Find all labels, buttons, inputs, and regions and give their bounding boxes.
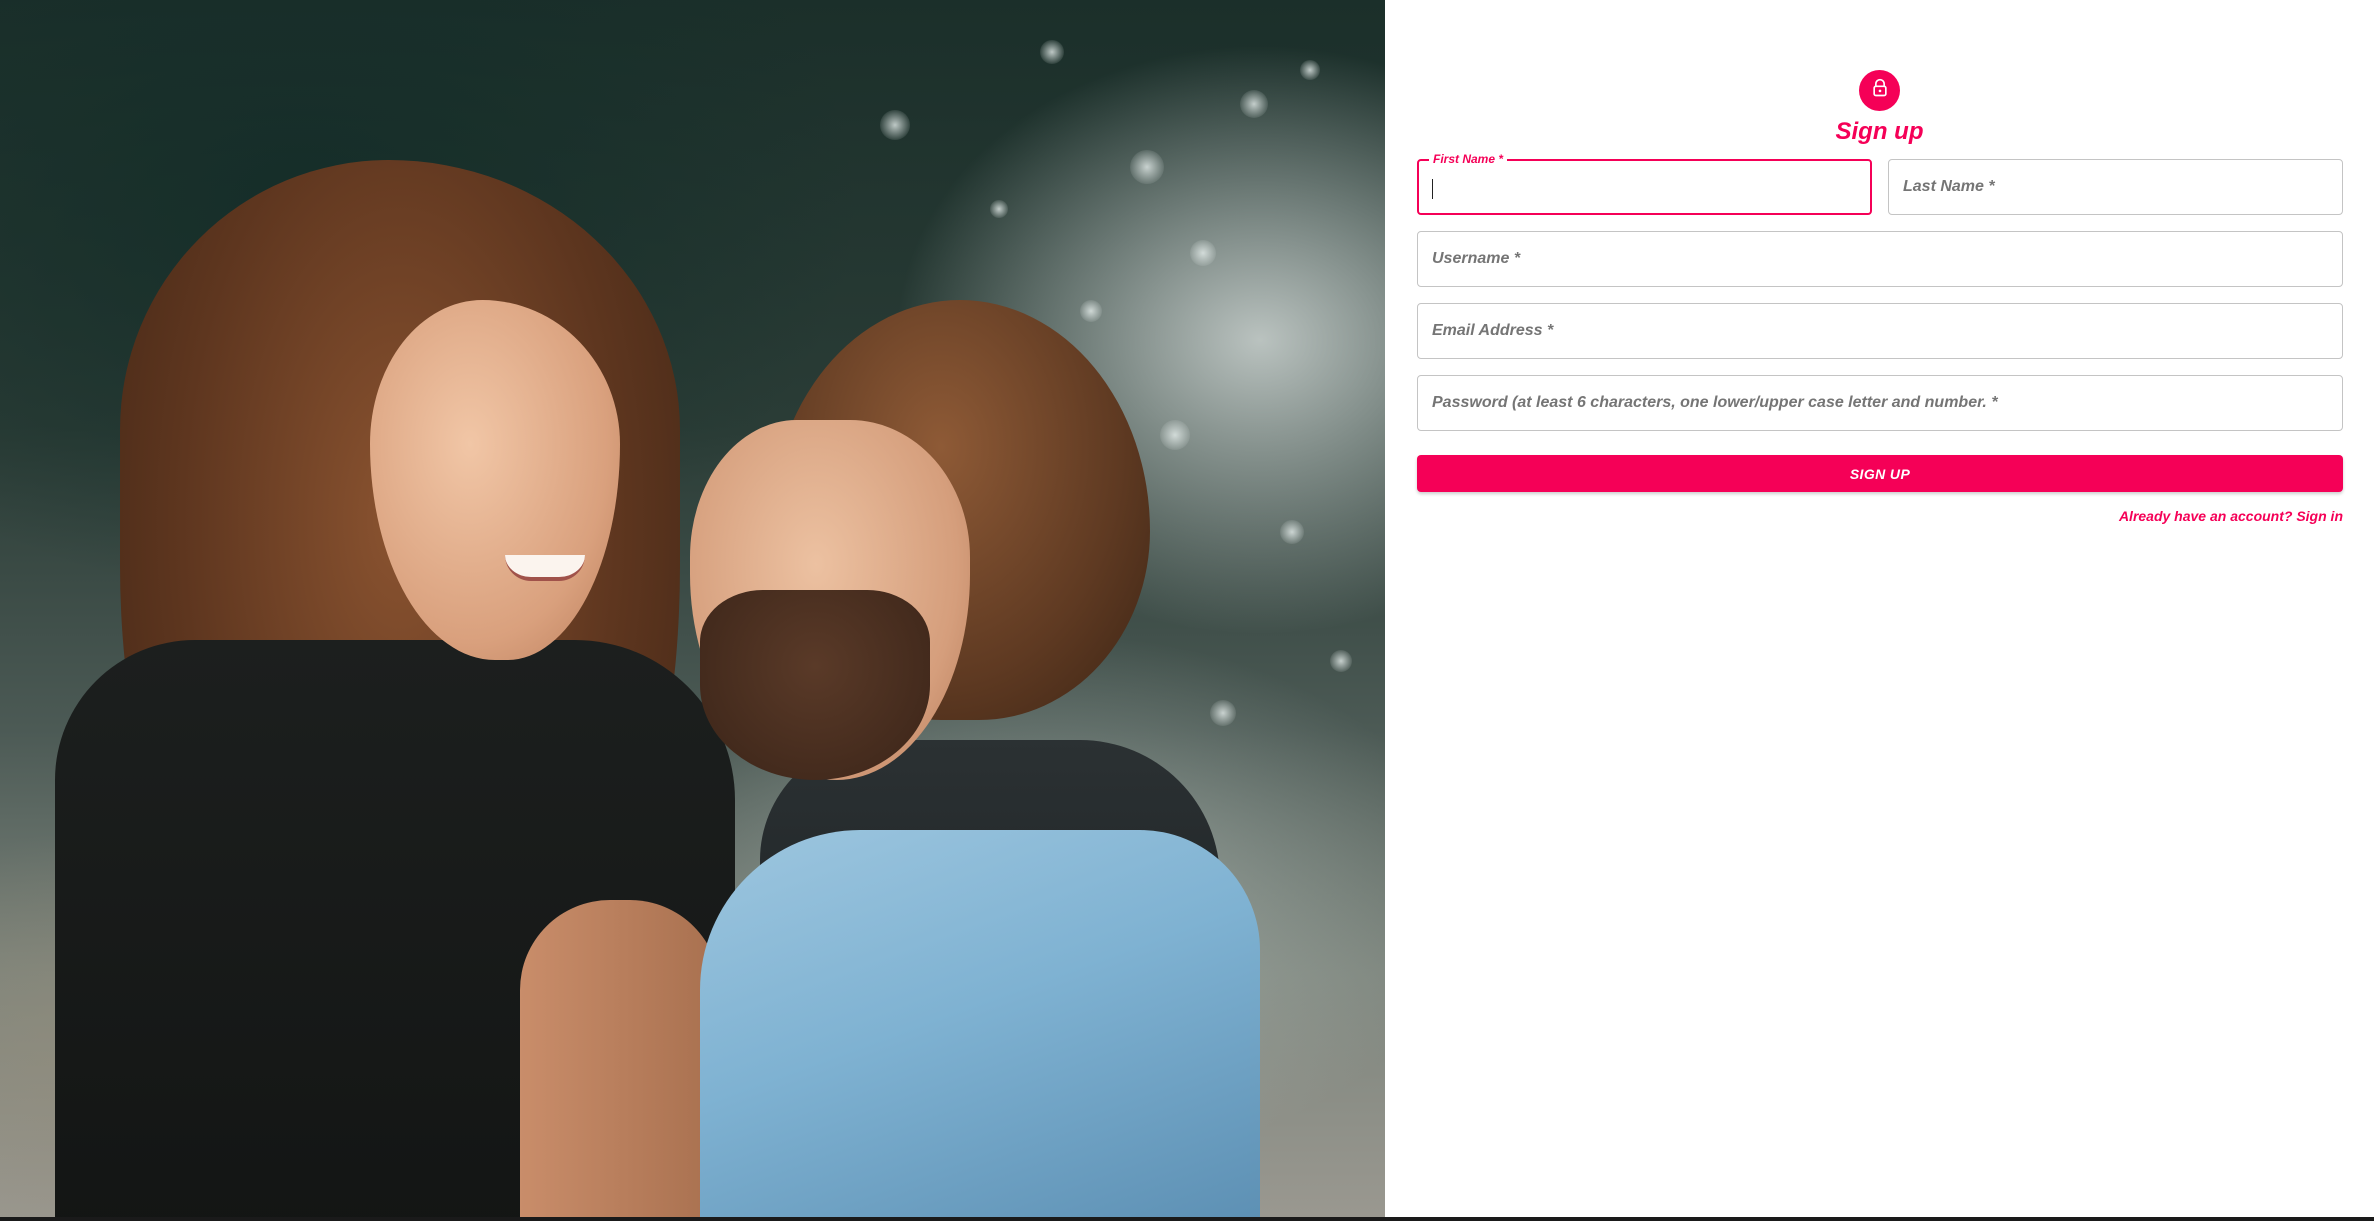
password-placeholder: Password (at least 6 characters, one low… <box>1432 394 1998 411</box>
email-field[interactable]: Email Address * <box>1417 303 2343 359</box>
sign-in-link[interactable]: Already have an account? Sign in <box>2119 508 2343 524</box>
sign-up-button[interactable]: SIGN UP <box>1417 455 2343 492</box>
bottom-divider <box>0 1217 2374 1221</box>
hero-image <box>0 0 1385 1217</box>
username-placeholder: Username * <box>1432 250 1521 267</box>
lock-icon <box>1870 78 1890 103</box>
last-name-placeholder: Last Name * <box>1903 178 1995 195</box>
password-field[interactable]: Password (at least 6 characters, one low… <box>1417 375 2343 431</box>
text-caret <box>1432 179 1433 199</box>
signup-page: Sign up First Name * Last Name * Usernam… <box>0 0 2374 1221</box>
first-name-field[interactable]: First Name * <box>1417 152 1872 215</box>
last-name-field[interactable]: Last Name * <box>1888 159 2343 215</box>
username-field[interactable]: Username * <box>1417 231 2343 287</box>
email-placeholder: Email Address * <box>1432 322 1554 339</box>
page-title: Sign up <box>1835 118 1924 145</box>
avatar <box>1859 70 1900 111</box>
first-name-label: First Name * <box>1429 152 1508 166</box>
signup-form: Sign up First Name * Last Name * Usernam… <box>1385 0 2374 1221</box>
